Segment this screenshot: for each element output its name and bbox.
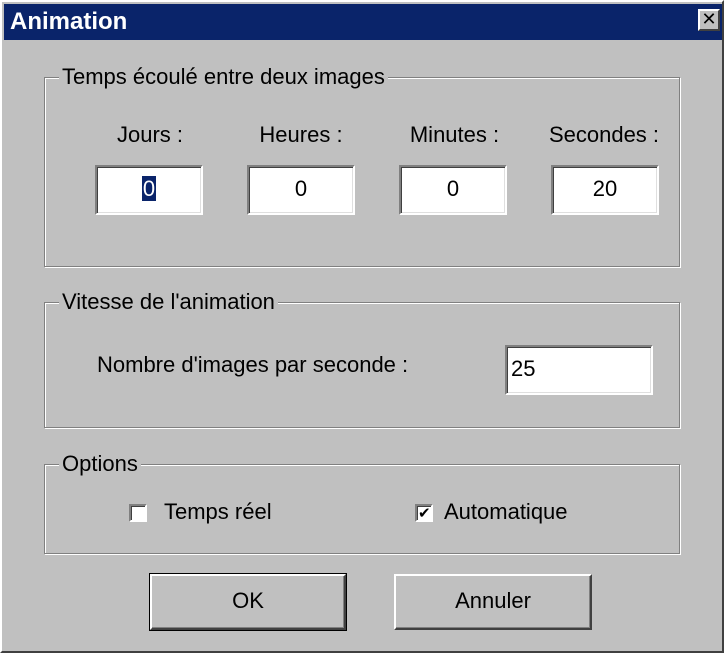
seconds-value: 20 <box>592 176 618 201</box>
close-icon: ✕ <box>701 9 717 29</box>
hours-label: Heures : <box>259 122 343 147</box>
close-button[interactable]: ✕ <box>698 9 720 31</box>
automatic-checkbox[interactable]: ✔ <box>415 504 433 522</box>
ok-button-label: OK <box>232 588 264 613</box>
fps-value: 25 <box>511 356 536 381</box>
fps-label: Nombre d'images par seconde : <box>97 352 409 377</box>
days-value: 0 <box>141 176 157 201</box>
minutes-label: Minutes : <box>409 122 500 147</box>
automatic-label[interactable]: Automatique <box>444 499 568 525</box>
cancel-button[interactable]: Annuler <box>394 574 592 630</box>
hours-input[interactable]: 0 <box>247 165 355 215</box>
minutes-value: 0 <box>446 176 460 201</box>
realtime-checkbox[interactable] <box>129 504 147 522</box>
days-input[interactable]: 0 <box>95 165 203 215</box>
checkmark-icon: ✔ <box>418 505 431 522</box>
minutes-input[interactable]: 0 <box>399 165 507 215</box>
realtime-label[interactable]: Temps réel <box>164 499 272 525</box>
ok-button[interactable]: OK <box>149 573 347 631</box>
animation-dialog: Animation ✕ Temps écoulé entre deux imag… <box>0 0 724 653</box>
animation-speed-legend: Vitesse de l'animation <box>59 288 278 316</box>
seconds-label: Secondes : <box>548 122 660 147</box>
hours-value: 0 <box>294 176 308 201</box>
fps-input[interactable]: 25 <box>505 345 653 395</box>
window-title: Animation <box>10 8 128 35</box>
options-legend: Options <box>59 450 141 478</box>
cancel-button-label: Annuler <box>455 588 531 613</box>
days-label: Jours : <box>116 122 184 147</box>
title-bar[interactable]: Animation ✕ <box>4 4 722 40</box>
seconds-input[interactable]: 20 <box>551 165 659 215</box>
time-interval-legend: Temps écoulé entre deux images <box>59 63 388 91</box>
